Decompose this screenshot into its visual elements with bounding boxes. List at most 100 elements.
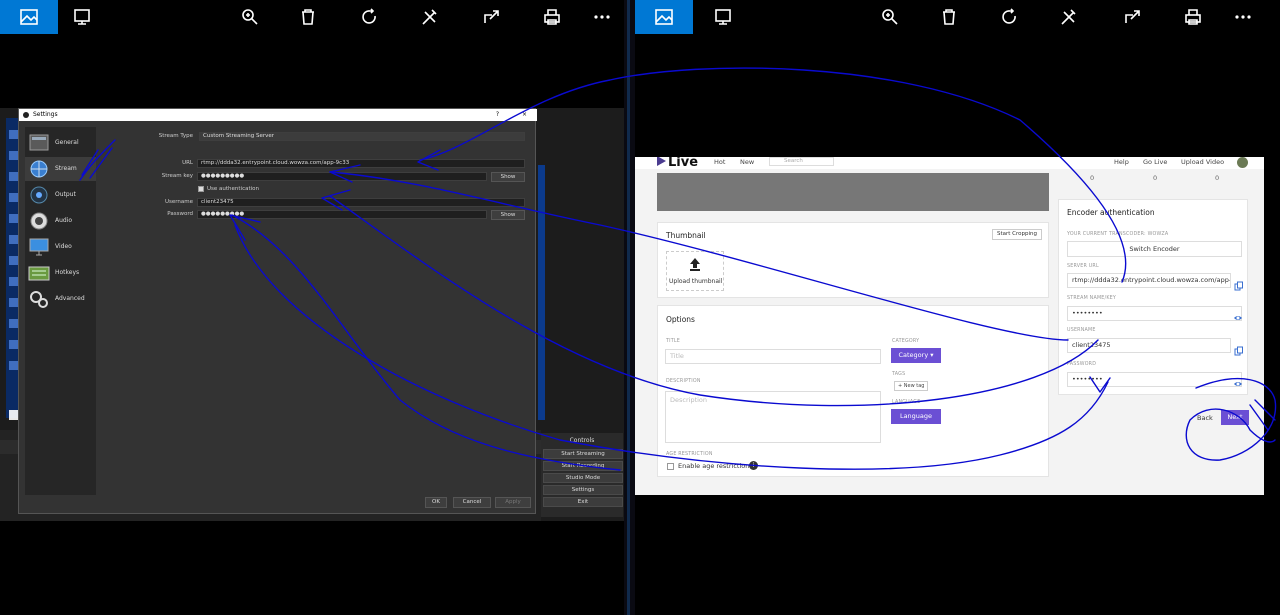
upload-thumbnail-area[interactable]: Upload thumbnail [666,251,724,291]
right-edit-icon[interactable] [1049,0,1089,34]
left-zoom-icon[interactable] [230,0,270,34]
stream-type-select[interactable]: Custom Streaming Server [199,132,525,141]
speaker-icon [30,212,48,230]
right-slideshow-icon[interactable] [703,0,743,34]
exit-button[interactable]: Exit [543,497,623,507]
globe-icon [30,160,48,178]
password-input[interactable]: ●●●●●●●●● [197,210,487,219]
upload-thumbnail-label: Upload thumbnail [669,278,723,285]
left-rotate-icon[interactable] [350,0,390,34]
copy-icon[interactable] [1234,341,1244,356]
url-input[interactable]: rtmp://ddda32.entrypoint.cloud.wowza.com… [197,159,525,168]
play-icon [657,157,666,166]
sidebar-label: Hotkeys [55,269,80,276]
username-input[interactable]: client23475 [197,198,525,207]
start-streaming-button[interactable]: Start Streaming [543,449,623,459]
info-icon[interactable]: i [749,461,758,470]
obs-preview-edge [538,165,545,420]
sidebar-item-audio[interactable]: Audio [25,209,96,233]
right-rotate-icon[interactable] [990,0,1030,34]
server-url-input[interactable]: rtmp://ddda32.entrypoint.cloud.wowza.com… [1067,273,1231,288]
password-input[interactable]: •••••••• [1067,372,1242,387]
title-label: TITLE [666,339,680,344]
stream-key-input[interactable]: ●●●●●●●●● [197,172,487,181]
eye-icon[interactable] [1233,308,1243,320]
show-password-button[interactable]: Show [491,210,525,220]
username-input[interactable]: client23475 [1067,338,1231,353]
sidebar-label: General [55,139,79,146]
controls-title: Controls [569,437,595,444]
left-edit-icon[interactable] [410,0,450,34]
language-label: LANGUAGE [892,400,921,405]
search-input[interactable]: Search [769,157,834,166]
encoder-auth-card: Encoder authentication YOUR CURRENT TRAN… [1058,199,1248,395]
sidebar-label: Advanced [55,295,85,302]
cogs-icon [30,291,48,308]
nav-new[interactable]: New [740,158,754,166]
stat-value: 0 [1090,174,1095,182]
apply-button[interactable]: Apply [495,497,531,508]
sidebar-label: Audio [55,217,73,224]
stream-key-label: STREAM NAME/KEY [1067,296,1117,301]
use-auth-checkbox[interactable] [198,186,204,192]
stat-value: 0 [1215,174,1220,182]
title-input[interactable]: Title [665,349,881,364]
help-icon[interactable]: ? [496,109,499,121]
sidebar-label: Stream [55,165,77,172]
description-label: DESCRIPTION [666,379,701,384]
left-viewer-toolbar [0,0,624,34]
left-delete-icon[interactable] [288,0,328,34]
settings-button[interactable]: Settings [543,485,623,495]
avatar[interactable] [1237,157,1248,168]
start-recording-button[interactable]: Start Recording [543,461,623,471]
stream-key-input[interactable]: •••••••• [1067,306,1242,321]
left-share-icon[interactable] [472,0,512,34]
gear-icon [29,134,49,151]
left-print-icon[interactable] [532,0,572,34]
live-studio-page: Live Hot New Search Help Go Live Upload … [635,157,1264,495]
description-textarea[interactable]: Description [665,391,881,443]
keyboard-icon [28,266,50,281]
left-slideshow-icon[interactable] [62,0,102,34]
next-button[interactable]: Next [1221,410,1249,425]
cancel-button[interactable]: Cancel [453,497,491,508]
right-print-icon[interactable] [1173,0,1213,34]
nav-go-live[interactable]: Go Live [1143,158,1167,166]
settings-title-text: Settings [33,111,58,118]
nav-hot[interactable]: Hot [714,158,725,166]
left-image-icon[interactable] [0,0,58,34]
sidebar-item-general[interactable]: General [25,131,96,155]
sidebar-item-video[interactable]: Video [25,235,96,259]
right-zoom-icon[interactable] [870,0,910,34]
start-cropping-button[interactable]: Start Cropping [991,229,1042,240]
sidebar-item-stream[interactable]: Stream [25,157,96,181]
show-key-button[interactable]: Show [491,172,525,182]
switch-encoder-button[interactable]: Switch Encoder [1067,241,1242,257]
right-share-icon[interactable] [1113,0,1153,34]
encoder-auth-title: Encoder authentication [1067,208,1155,217]
language-dropdown[interactable]: Language [891,409,941,424]
close-icon[interactable]: × [522,109,527,121]
brand-logo[interactable]: Live [657,157,698,170]
nav-upload-video[interactable]: Upload Video [1181,158,1224,166]
studio-mode-button[interactable]: Studio Mode [543,473,623,483]
sidebar-item-hotkeys[interactable]: Hotkeys [25,261,96,285]
password-label: Password [167,211,193,217]
sidebar-item-advanced[interactable]: Advanced [25,287,96,311]
category-dropdown[interactable]: Category ▾ [891,348,941,363]
new-tag-button[interactable]: + New tag [894,381,929,391]
right-more-icon[interactable] [1223,0,1263,34]
sidebar-item-output[interactable]: Output [25,183,96,207]
nav-help[interactable]: Help [1114,158,1129,166]
age-restriction-label: AGE RESTRICTION [666,452,713,457]
tags-label: TAGS [892,372,906,377]
back-button[interactable]: Back [1197,414,1213,422]
left-more-icon[interactable] [582,0,622,34]
eye-icon[interactable] [1233,374,1243,386]
age-restriction-checkbox[interactable] [667,463,674,470]
copy-icon[interactable] [1234,276,1244,291]
right-delete-icon[interactable] [929,0,969,34]
right-image-icon[interactable] [635,0,693,34]
sidebar-label: Output [55,191,76,198]
ok-button[interactable]: OK [425,497,447,508]
